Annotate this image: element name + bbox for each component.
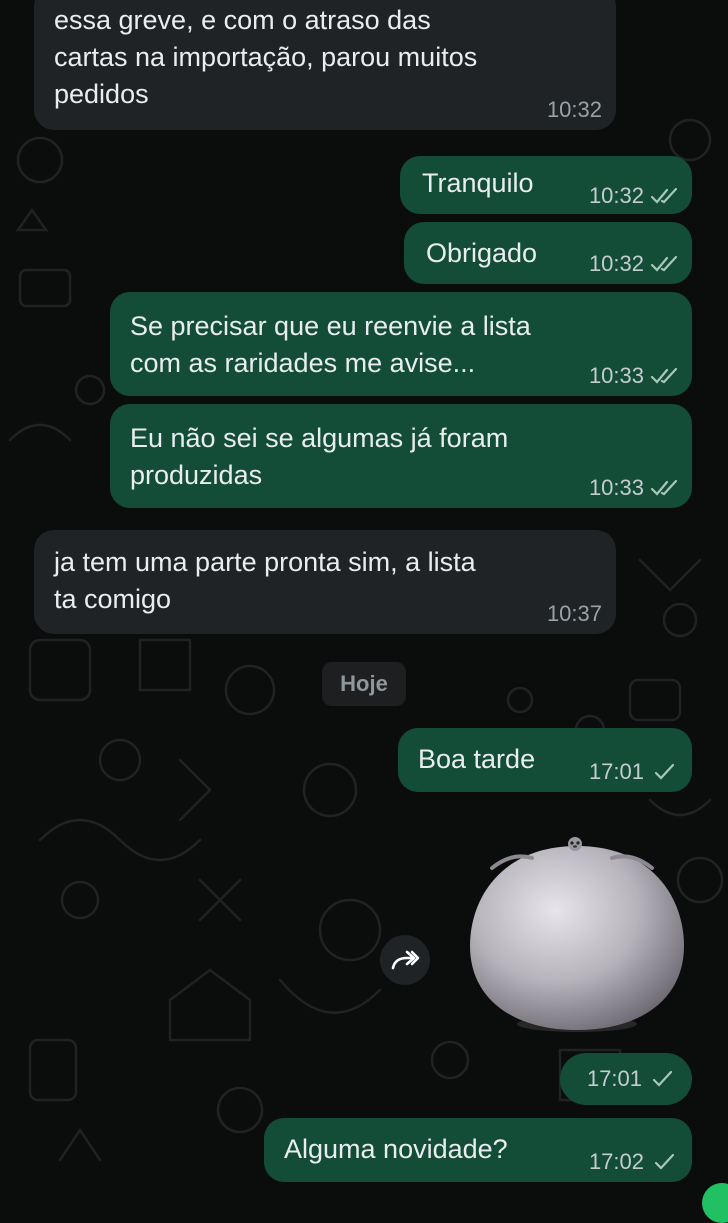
- message-bubble-outgoing[interactable]: Boa tarde 17:01: [398, 728, 692, 792]
- message-time: 17:02: [588, 1149, 644, 1174]
- date-separator: Hoje: [322, 662, 406, 706]
- forward-button[interactable]: [380, 935, 430, 985]
- floating-action-button[interactable]: [702, 1183, 728, 1223]
- double-check-icon: [650, 187, 678, 204]
- single-check-icon: [654, 1153, 675, 1170]
- sticker-time-pill: 17:01: [560, 1053, 692, 1105]
- round-seal-sticker[interactable]: [462, 828, 692, 1038]
- forward-arrow-icon: [391, 950, 420, 970]
- message-time: 10:37: [546, 601, 602, 626]
- message-time: 10:32: [546, 97, 602, 122]
- single-check-icon: [652, 1070, 673, 1087]
- message-bubble-incoming[interactable]: ja tem uma parte pronta sim, a lista ta …: [34, 530, 616, 634]
- double-check-icon: [650, 479, 678, 496]
- message-time: 10:33: [588, 363, 644, 388]
- message-bubble-outgoing[interactable]: Eu não sei se algumas já foram produzida…: [110, 404, 692, 508]
- message-time: 17:01: [588, 759, 644, 784]
- message-text: Eu não sei se algumas já foram produzida…: [130, 423, 509, 490]
- message-time: 10:32: [588, 251, 644, 276]
- message-text: Boa tarde: [418, 744, 536, 774]
- double-check-icon: [650, 367, 678, 384]
- message-text: Se precisar que eu reenvie a lista com a…: [130, 311, 531, 378]
- message-bubble-outgoing[interactable]: Tranquilo 10:32: [400, 156, 692, 214]
- message-text: essa greve, e com o atraso das cartas na…: [54, 5, 478, 109]
- message-bubble-incoming[interactable]: essa greve, e com o atraso das cartas na…: [34, 0, 616, 130]
- message-bubble-outgoing[interactable]: Alguma novidade? 17:02: [264, 1118, 692, 1182]
- message-text: Obrigado: [426, 238, 538, 268]
- message-text: ja tem uma parte pronta sim, a lista ta …: [54, 547, 476, 614]
- message-text: Alguma novidade?: [284, 1134, 508, 1164]
- single-check-icon: [654, 763, 675, 780]
- message-time: 10:33: [588, 475, 644, 500]
- double-check-icon: [650, 255, 678, 272]
- message-time: 17:01: [586, 1066, 642, 1091]
- message-text: Tranquilo: [422, 168, 534, 198]
- message-time: 10:32: [588, 183, 644, 208]
- message-bubble-outgoing[interactable]: Se precisar que eu reenvie a lista com a…: [110, 292, 692, 396]
- message-bubble-outgoing[interactable]: Obrigado 10:32: [404, 222, 692, 284]
